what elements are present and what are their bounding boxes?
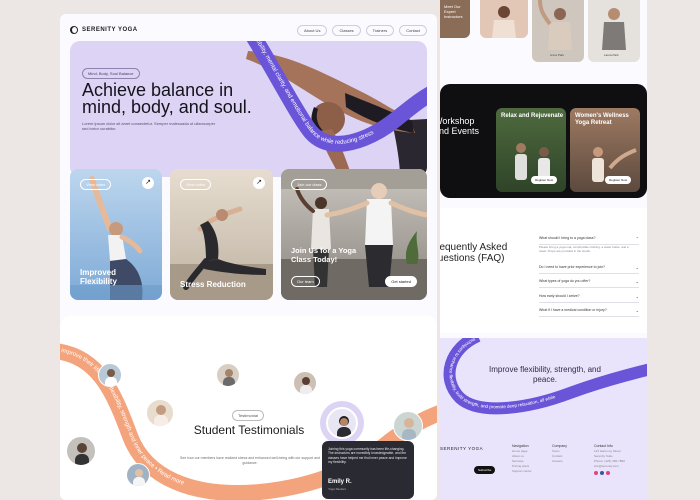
chevron-down-icon[interactable]: ⌄ <box>636 265 639 270</box>
quote-author-role: Yoga Student <box>328 487 346 491</box>
footer-text: info@serenity.com <box>594 464 619 468</box>
view-video-button[interactable]: View video <box>80 179 112 190</box>
card-stress-reduction[interactable]: View video ↗ Stress Reduction <box>170 169 273 300</box>
hero-pill: Mind, Body, Soul Balance <box>82 68 140 79</box>
chevron-up-icon[interactable]: ⌃ <box>636 236 639 241</box>
faq-question-text: What types of yoga do you offer? <box>539 279 591 283</box>
chevron-down-icon[interactable]: ⌄ <box>636 308 639 313</box>
footer-link[interactable]: Careers <box>552 459 567 464</box>
footer-column-navigation: Navigation Home page About us Services P… <box>512 444 532 474</box>
instructor-photo[interactable]: Anna Park <box>532 0 584 62</box>
event-card-relax[interactable]: Relax and Rejuvenate Register Now <box>496 108 566 192</box>
student-avatar[interactable] <box>293 371 317 395</box>
view-video-button[interactable]: View video <box>180 179 212 190</box>
featured-student-avatar[interactable] <box>326 407 358 439</box>
secondary-landing-page: Meet Our Expert Instructors Anna Park La… <box>440 0 647 500</box>
faq-question[interactable]: What should I bring to a yoga class? ⌃ <box>539 236 639 245</box>
testimonials-section: improve their lifestyle • flexibility, s… <box>60 316 437 500</box>
card-title: Improved Flexibility <box>80 268 117 286</box>
top-navigation: SERENITY YOGA About Us Classes Trainers … <box>70 22 427 38</box>
social-icons <box>594 471 625 475</box>
hero-description: Lorem ipsum dolor sit amet consectetur. … <box>82 121 216 131</box>
get-started-button[interactable]: Get started <box>385 276 417 287</box>
hero-title: Achieve balance in mind, body, and soul. <box>82 80 252 117</box>
nav-link-classes[interactable]: Classes <box>332 24 361 36</box>
event-card-womens-wellness[interactable]: Women's Wellness Yoga Retreat Register N… <box>570 108 640 192</box>
dribbble-icon[interactable] <box>606 471 610 475</box>
footer-brand[interactable]: SERENITY YOGA <box>440 446 483 451</box>
brand-name: SERENITY YOGA <box>82 27 138 33</box>
faq-question-text: How early should I arrive? <box>539 294 580 298</box>
testimonials-description: See how our members have realized stress… <box>180 456 320 465</box>
faq-question[interactable]: How early should I arrive? ⌄ <box>539 294 639 303</box>
faq-answer: Please bring a yoga mat, comfortable clo… <box>539 245 629 253</box>
nav-links: About Us Classes Trainers Contact <box>296 24 427 36</box>
arrow-up-right-icon[interactable]: ↗ <box>253 177 265 189</box>
faq-question[interactable]: What if I have a medical condition or in… <box>539 308 639 317</box>
instructor-photo[interactable]: Laura Park <box>588 0 640 62</box>
testimonial-quote-card: Joining this yoga community has been lif… <box>322 441 414 499</box>
instructor-name: Anna Park <box>550 53 565 57</box>
testimonials-pill: Testimonial <box>232 410 265 421</box>
testimonials-title: Student Testimonials <box>193 423 305 437</box>
instructors-title: Meet Our Expert Instructors <box>444 4 463 19</box>
student-avatar[interactable] <box>98 363 122 387</box>
chevron-down-icon[interactable]: ⌄ <box>636 294 639 299</box>
card-join-class[interactable]: Join our class Join Us for a Yoga Class … <box>281 169 427 300</box>
footer-ribbon: techniques to enhance flexibility, build… <box>440 338 647 438</box>
card-title: Stress Reduction <box>180 280 246 289</box>
quote-author: Emily R. <box>328 479 352 485</box>
register-now-button[interactable]: Register Now <box>605 176 632 184</box>
footer-section: techniques to enhance flexibility, build… <box>440 338 647 500</box>
instructors-section: Meet Our Expert Instructors Anna Park La… <box>440 0 647 74</box>
hero-section: flexibility, mental clarity, and emotion… <box>70 41 427 177</box>
nav-link-contact[interactable]: Contact <box>399 24 427 36</box>
faq-question[interactable]: Do I need to have prior experience to jo… <box>539 265 639 274</box>
chevron-down-icon[interactable]: ⌄ <box>636 279 639 284</box>
footer-column-company: Company Team Contact Careers <box>552 444 567 464</box>
workshop-events-section: Workshop and Events Relax and Rejuvenate… <box>440 84 647 198</box>
brand[interactable]: SERENITY YOGA <box>70 26 138 34</box>
workshop-title: Workshop and Events <box>440 116 480 136</box>
faq-question-text: What should I bring to a yoga class? <box>539 236 596 240</box>
card-title: Join Us for a Yoga Class Today! <box>291 246 357 264</box>
main-landing-page: SERENITY YOGA About Us Classes Trainers … <box>60 14 437 500</box>
subscribe-button[interactable]: Subscribe <box>474 466 496 474</box>
student-avatar[interactable] <box>66 436 96 466</box>
student-avatar[interactable] <box>216 363 240 387</box>
event-title: Relax and Rejuvenate <box>501 113 564 119</box>
instructors-title-card: Meet Our Expert Instructors <box>440 0 470 38</box>
student-avatar[interactable] <box>393 411 423 441</box>
faq-question-text: Do I need to have prior experience to jo… <box>539 265 605 269</box>
event-title: Women's Wellness Yoga Retreat <box>575 113 629 126</box>
nav-link-about[interactable]: About Us <box>296 24 328 36</box>
register-now-button[interactable]: Register Now <box>531 176 558 184</box>
instructor-name: Laura Park <box>604 53 619 57</box>
faq-question-text: What if I have a medical condition or in… <box>539 308 607 312</box>
instagram-icon[interactable] <box>594 471 598 475</box>
faq-question[interactable]: What types of yoga do you offer? ⌄ <box>539 279 639 288</box>
footer-column-contact: Contact Info 123 Harmony Street Serenity… <box>594 444 625 475</box>
student-avatar[interactable] <box>126 463 150 487</box>
footer-title: Improve flexibility, strength, and peace… <box>489 365 601 384</box>
quote-text: Joining this yoga community has been lif… <box>328 447 407 464</box>
faq-title: Frequently Asked Questions (FAQ) <box>440 242 508 264</box>
faq-section: Frequently Asked Questions (FAQ) What sh… <box>440 208 647 333</box>
student-avatar[interactable] <box>146 399 174 427</box>
our-team-button[interactable]: Our team <box>291 276 320 287</box>
facebook-icon[interactable] <box>600 471 604 475</box>
logo-icon <box>70 26 78 34</box>
footer-link[interactable]: Support center <box>512 469 532 474</box>
join-our-class-button[interactable]: Join our class <box>291 179 328 190</box>
arrow-up-right-icon[interactable]: ↗ <box>142 177 154 189</box>
nav-link-trainers[interactable]: Trainers <box>365 24 395 36</box>
instructor-photo[interactable] <box>480 0 528 38</box>
card-improved-flexibility[interactable]: View video ↗ Improved Flexibility <box>70 169 162 300</box>
